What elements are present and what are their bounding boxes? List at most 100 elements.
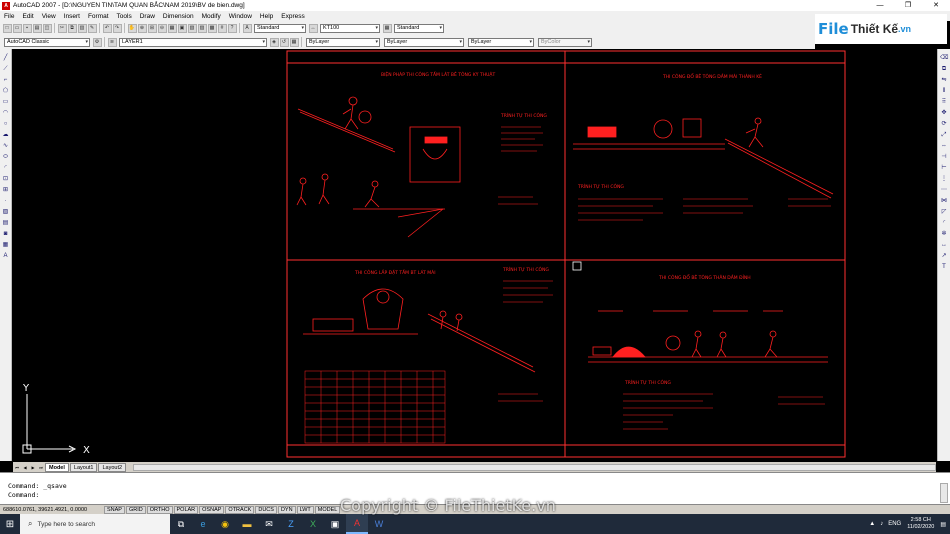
dim-style-select[interactable]: KT100 [320,23,380,33]
table-icon[interactable]: ▦ [2,241,10,249]
drawing-canvas[interactable]: BIỆN PHÁP THI CÔNG TẤM LÁT BÊ TÔNG KỸ TH… [13,49,936,461]
notification-icon[interactable]: ▤ [940,521,946,528]
scale-icon[interactable]: ⤢ [940,131,948,139]
preview-icon[interactable]: ◫ [42,23,52,33]
stretch-icon[interactable]: ⇔ [940,142,948,150]
tab-layout2[interactable]: Layout2 [98,462,127,472]
workspace-settings-icon[interactable]: ⚙ [92,37,102,47]
maximize-button[interactable]: ❐ [894,0,922,11]
layer-select[interactable]: LAYER1 [119,37,267,47]
design-center-icon[interactable]: ▣ [177,23,187,33]
menu-window[interactable]: Window [225,13,256,20]
array-icon[interactable]: ⠿ [940,98,948,106]
language-indicator[interactable]: ENG [888,521,901,527]
minimize-button[interactable]: — [866,0,894,11]
windows-start-icon[interactable]: ⊞ [0,514,20,534]
store-icon[interactable]: ▣ [324,514,346,534]
command-scrollbar[interactable] [940,483,948,503]
properties-icon[interactable]: ▦ [167,23,177,33]
chrome-icon[interactable]: ◉ [214,514,236,534]
grid-toggle[interactable]: GRID [125,505,146,514]
zoom-previous-icon[interactable]: ⊖ [157,23,167,33]
excel-icon[interactable]: X [302,514,324,534]
region-icon[interactable]: ◙ [2,230,10,238]
construction-line-icon[interactable]: ⟋ [2,65,10,73]
mirror-icon[interactable]: ⇋ [940,76,948,84]
dyn-toggle[interactable]: DYN [277,505,296,514]
text-icon[interactable]: T [940,263,948,271]
polyline-icon[interactable]: ⌐ [2,76,10,84]
sheet-set-icon[interactable]: ▨ [197,23,207,33]
menu-express[interactable]: Express [277,13,308,20]
copy-icon[interactable]: ⧉ [67,23,77,33]
make-current-layer-icon[interactable]: ◈ [269,37,279,47]
close-button[interactable]: ✕ [922,0,950,11]
volume-icon[interactable]: ♪ [880,521,883,527]
file-explorer-icon[interactable]: ▬ [236,514,258,534]
zoom-window-icon[interactable]: ⊞ [147,23,157,33]
plot-icon[interactable]: ▤ [32,23,42,33]
point-icon[interactable]: · [2,197,10,205]
snap-toggle[interactable]: SNAP [104,505,125,514]
lwt-toggle[interactable]: LWT [296,505,314,514]
gradient-icon[interactable]: ▤ [2,219,10,227]
zalo-icon[interactable]: Z [280,514,302,534]
make-block-icon[interactable]: ⊞ [2,186,10,194]
menu-tools[interactable]: Tools [113,13,136,20]
dimension-icon[interactable]: ↔ [940,241,948,249]
workspace-select[interactable]: AutoCAD Classic [4,37,90,47]
osnap-toggle[interactable]: OSNAP [199,505,225,514]
horizontal-scrollbar[interactable] [133,463,936,471]
arc-icon[interactable]: ◠ [2,109,10,117]
explode-icon[interactable]: ✲ [940,230,948,238]
chamfer-icon[interactable]: ◸ [940,208,948,216]
tab-model[interactable]: Model [45,462,69,472]
next-tab-icon[interactable]: ▶ [30,464,37,471]
linetype-select[interactable]: ByLayer [384,37,464,47]
insert-block-icon[interactable]: ⊡ [2,175,10,183]
menu-edit[interactable]: Edit [18,13,37,20]
help-icon[interactable]: ? [227,23,237,33]
join-icon[interactable]: ⋈ [940,197,948,205]
move-icon[interactable]: ✥ [940,109,948,117]
table-style-select[interactable]: Standard [394,23,444,33]
taskbar-search[interactable]: ⌕ Type here to search [20,514,170,534]
fillet-icon[interactable]: ◜ [940,219,948,227]
ellipse-arc-icon[interactable]: ◜ [2,164,10,172]
menu-dimension[interactable]: Dimension [159,13,198,20]
polygon-icon[interactable]: ⬠ [2,87,10,95]
break-icon[interactable]: ⋯ [940,186,948,194]
erase-icon[interactable]: ⌫ [940,54,948,62]
layer-states-icon[interactable]: ▦ [289,37,299,47]
network-icon[interactable]: ▲ [869,521,875,527]
ellipse-icon[interactable]: ⬭ [2,153,10,161]
line-icon[interactable]: ╱ [2,54,10,62]
first-tab-icon[interactable]: ⏮ [14,464,21,471]
layer-previous-icon[interactable]: ↺ [279,37,289,47]
mail-icon[interactable]: ✉ [258,514,280,534]
calculator-icon[interactable]: # [217,23,227,33]
spline-icon[interactable]: ∿ [2,142,10,150]
rectangle-icon[interactable]: ▭ [2,98,10,106]
circle-icon[interactable]: ○ [2,120,10,128]
extend-icon[interactable]: ⊢ [940,164,948,172]
layer-manager-icon[interactable]: ≋ [107,37,117,47]
lineweight-select[interactable]: ByLayer [468,37,534,47]
menu-view[interactable]: View [38,13,60,20]
menu-help[interactable]: Help [256,13,277,20]
word-icon[interactable]: W [368,514,390,534]
break-at-point-icon[interactable]: ⋮ [940,175,948,183]
open-icon[interactable]: ▭ [12,23,22,33]
tab-layout1[interactable]: Layout1 [69,462,98,472]
menu-file[interactable]: File [0,13,18,20]
new-icon[interactable]: □ [2,23,12,33]
match-properties-icon[interactable]: ✎ [87,23,97,33]
markup-icon[interactable]: ▩ [207,23,217,33]
menu-draw[interactable]: Draw [136,13,159,20]
task-view-icon[interactable]: ⧉ [170,514,192,534]
pan-icon[interactable]: ✋ [127,23,137,33]
ducs-toggle[interactable]: DUCS [255,505,277,514]
polar-toggle[interactable]: POLAR [173,505,199,514]
trim-icon[interactable]: ⊣ [940,153,948,161]
edge-icon[interactable]: e [192,514,214,534]
